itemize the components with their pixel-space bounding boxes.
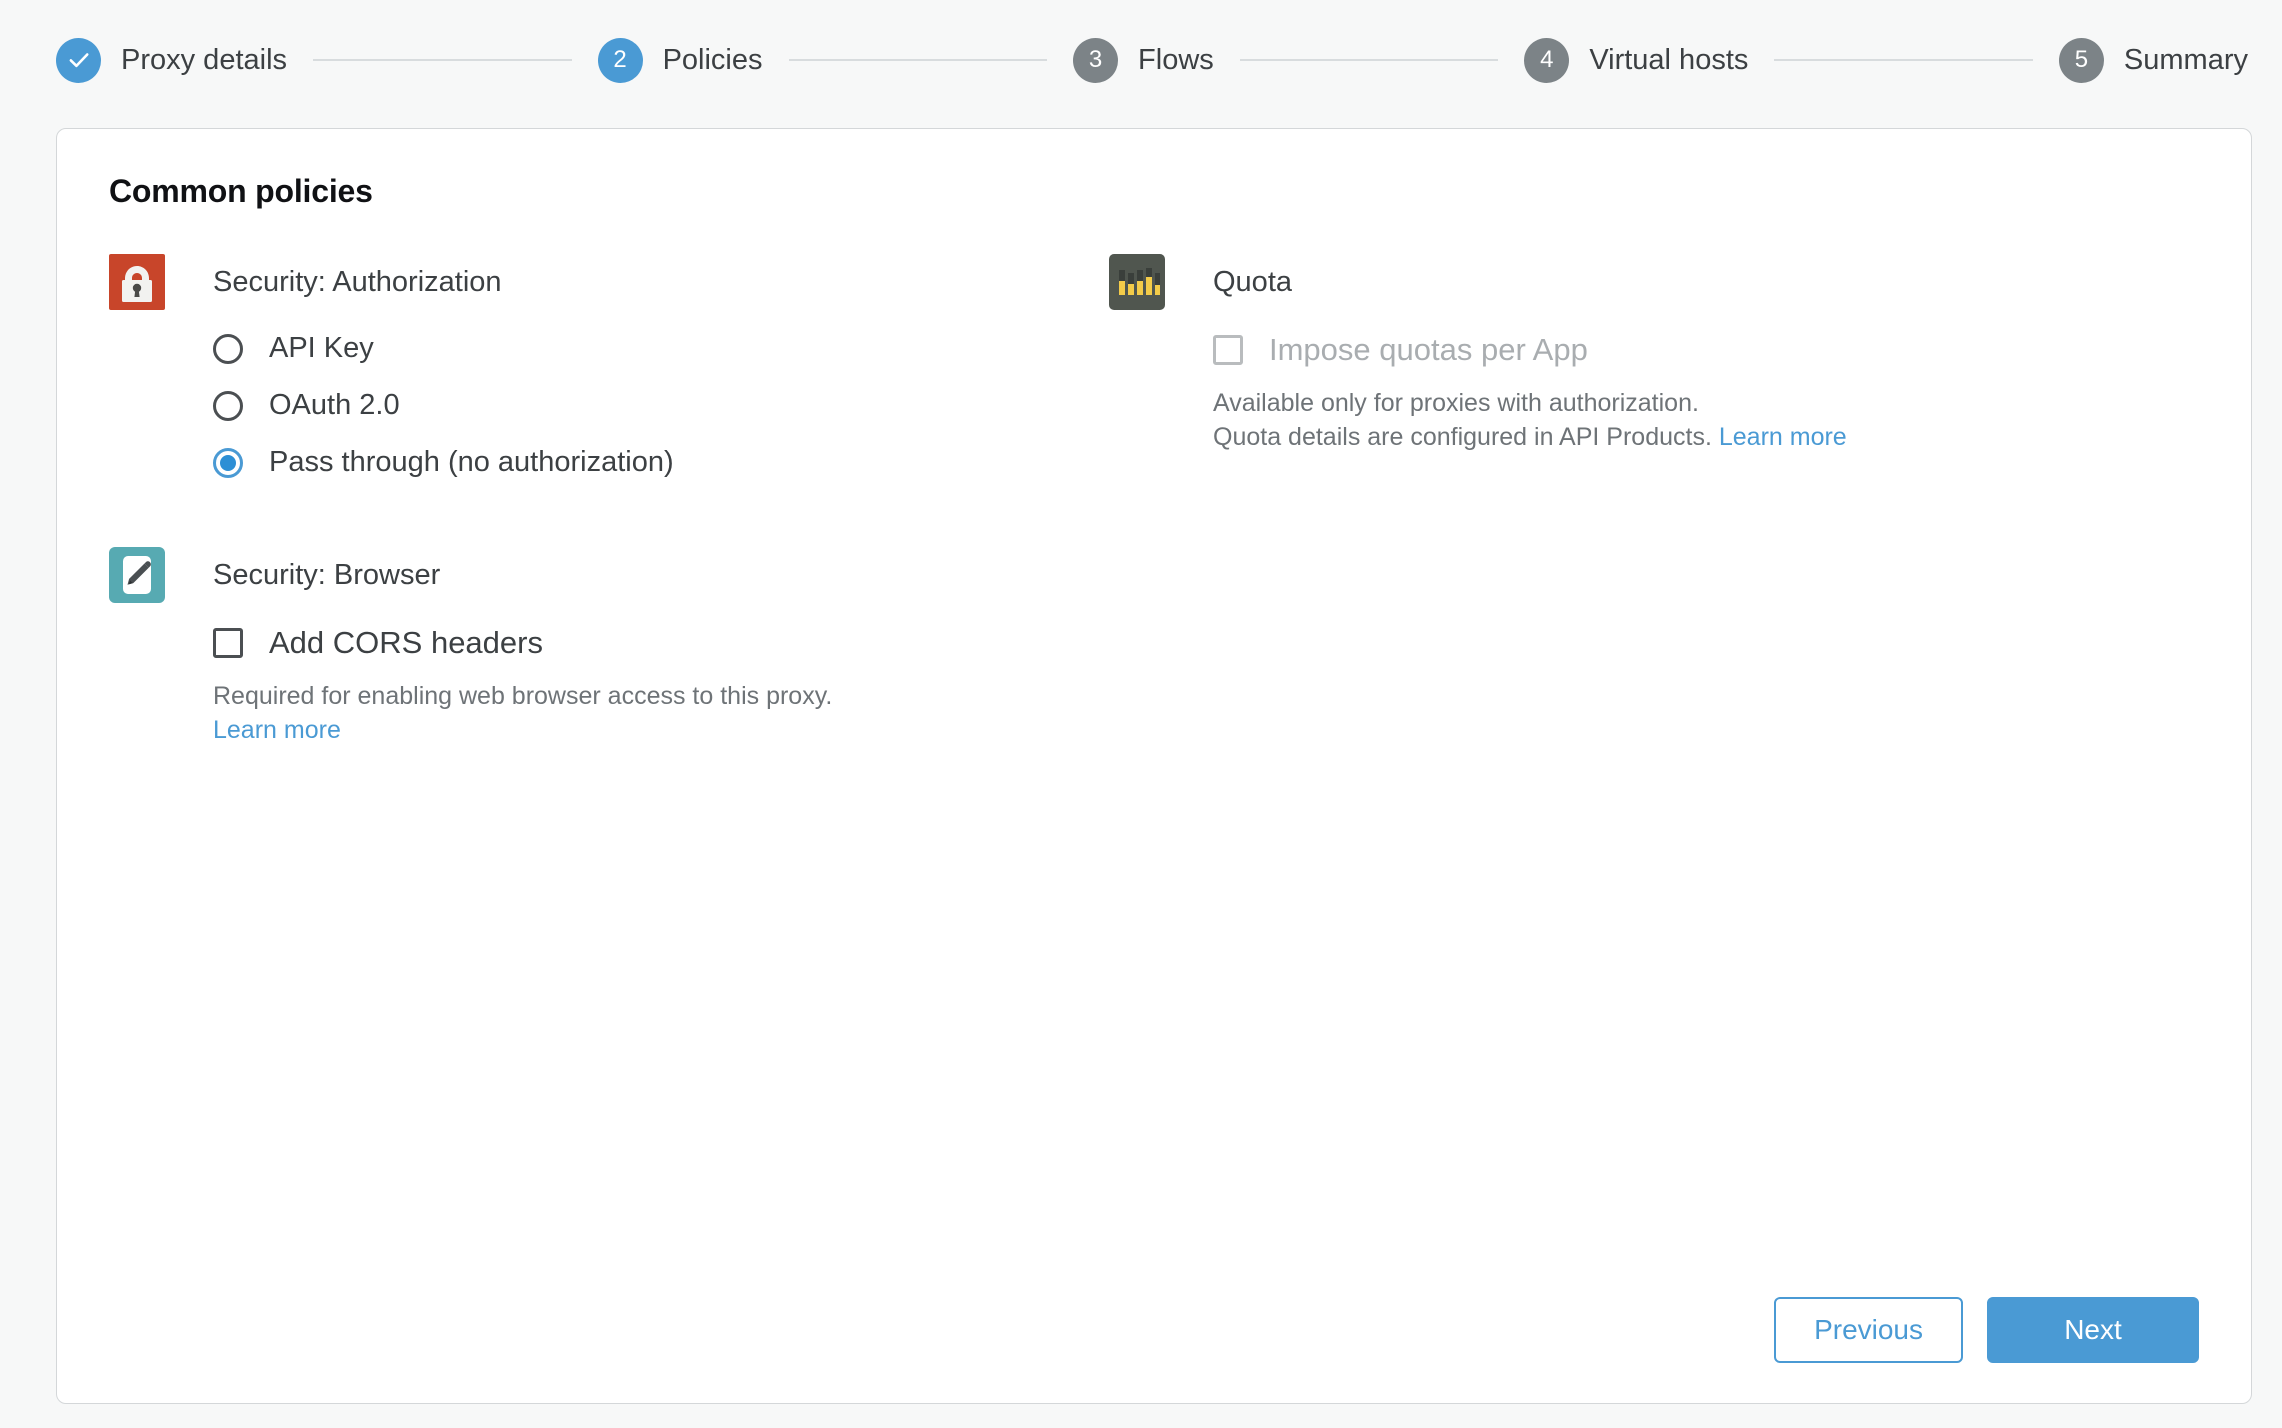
bar-chart-icon [1109,254,1165,310]
radio-option-api-key[interactable]: API Key [213,332,1109,365]
step-proxy-details[interactable]: Proxy details [56,37,288,83]
step-flows[interactable]: 3 Flows [1073,37,1214,83]
step-badge-4: 4 [1524,37,1570,83]
learn-more-link-quota[interactable]: Learn more [1719,423,1847,451]
policies-left-column: Security: Authorization API Key OAuth 2.… [109,254,1109,811]
helper-line1-quota: Available only for proxies with authoriz… [1213,389,1699,417]
radio-mark-api-key[interactable] [213,333,243,364]
helper-line2-quota-text: Quota details are configured in API Prod… [1213,423,1712,451]
step-connector-2 [788,59,1048,61]
page-title: Common policies [109,173,373,209]
policy-name-browser: Security: Browser [213,558,441,591]
step-label-proxy-details: Proxy details [121,43,288,76]
policy-header-authorization: Security: Authorization [109,254,1109,310]
policy-group-browser: Security: Browser Add CORS headers Requi… [109,547,1109,747]
checkbox-add-cors-headers[interactable]: Add CORS headers [213,625,1109,661]
previous-button[interactable]: Previous [1774,1297,1963,1363]
step-label-flows: Flows [1138,43,1214,76]
card-footer: Previous Next [1774,1297,2199,1363]
next-button[interactable]: Next [1987,1297,2199,1363]
step-connector-4 [1774,59,2033,61]
policy-name-quota: Quota [1213,265,1292,298]
step-summary[interactable]: 5 Summary [2058,37,2248,83]
step-connector-1 [313,59,572,61]
policy-options-quota: Impose quotas per App Available only for… [1109,332,2109,454]
step-virtual-hosts[interactable]: 4 Virtual hosts [1524,37,1749,83]
step-label-virtual-hosts: Virtual hosts [1589,43,1749,76]
policy-options-authorization: API Key OAuth 2.0 Pass through (no autho… [109,332,1109,479]
policies-right-column: Quota Impose quotas per App Available on… [1109,254,2109,518]
radio-label-oauth: OAuth 2.0 [269,389,400,421]
checkbox-mark-add-cors-headers[interactable] [213,628,243,658]
step-connector-3 [1239,59,1499,61]
checkbox-mark-impose-quotas-per-app[interactable] [1213,335,1243,365]
checkbox-label-impose-quotas-per-app: Impose quotas per App [1269,332,1588,367]
policies-columns: Security: Authorization API Key OAuth 2.… [109,254,2199,811]
helper-line2-quota: Quota details are configured in API Prod… [1213,420,2109,454]
step-badge-5: 5 [2058,37,2104,83]
policy-header-browser: Security: Browser [109,547,1109,603]
policy-group-authorization: Security: Authorization API Key OAuth 2.… [109,254,1109,479]
step-badge-3: 3 [1073,37,1119,83]
policy-group-quota: Quota Impose quotas per App Available on… [1109,254,2109,454]
helper-text-browser: Required for enabling web browser access… [213,679,1109,747]
helper-text-quota: Available only for proxies with authoriz… [1213,386,2109,454]
policy-options-browser: Add CORS headers Required for enabling w… [109,625,1109,747]
wizard-stepper: Proxy details 2 Policies 3 Flows 4 Virtu… [0,0,2282,120]
radio-option-oauth[interactable]: OAuth 2.0 [213,389,1109,422]
policy-name-authorization: Security: Authorization [213,265,502,298]
step-label-policies: Policies [662,43,763,76]
step-badge-2: 2 [597,37,643,83]
checkbox-impose-quotas-per-app[interactable]: Impose quotas per App [1213,332,2109,368]
helper-line-browser: Required for enabling web browser access… [213,682,833,710]
radio-label-pass-through: Pass through (no authorization) [269,446,674,478]
radio-label-api-key: API Key [269,332,374,364]
pencil-icon [109,547,165,603]
step-badge-check-icon [56,37,101,83]
step-label-summary: Summary [2123,43,2248,76]
checkbox-label-add-cors-headers: Add CORS headers [269,625,543,660]
radio-mark-oauth[interactable] [213,390,243,421]
step-policies[interactable]: 2 Policies [597,37,763,83]
policy-header-quota: Quota [1109,254,2109,310]
radio-option-pass-through[interactable]: Pass through (no authorization) [213,446,1109,479]
radio-mark-pass-through[interactable] [213,447,243,478]
learn-more-link-browser[interactable]: Learn more [213,716,341,744]
common-policies-card: Common policies Security: Authorization … [56,128,2252,1404]
lock-icon [109,254,165,310]
